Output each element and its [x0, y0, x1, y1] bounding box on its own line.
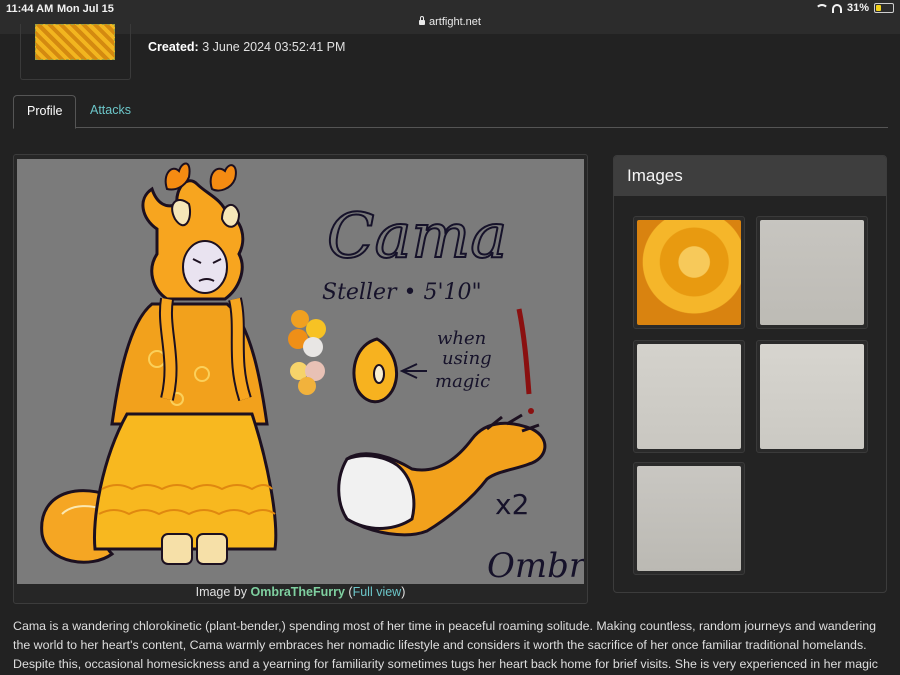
gallery-image-2[interactable] [756, 216, 868, 329]
tab-profile[interactable]: Profile [13, 95, 77, 129]
drawn-multiplier: x2 [495, 488, 529, 521]
reference-sheet-drawing: Cama Steller • 5'10" when using magic x2… [17, 159, 584, 584]
drawn-note-1: when [437, 328, 486, 349]
battery-percent: 31% [846, 2, 869, 14]
drawn-note-2: using [442, 348, 492, 369]
lock-icon [419, 16, 425, 25]
gallery-thumbnail [637, 466, 741, 571]
drawn-signature: Ombra [487, 546, 584, 584]
gallery-image-4[interactable] [756, 340, 868, 453]
gallery-image-5[interactable] [633, 462, 745, 575]
gallery-thumbnail [760, 220, 864, 325]
caption-prefix: Image by [195, 585, 251, 599]
gallery-image-1[interactable] [633, 216, 745, 329]
thumbnail-image [35, 24, 115, 60]
created-label: Created: [148, 40, 199, 54]
profile-tabs: Profile Attacks [13, 95, 888, 129]
character-description: Cama is a wandering chlorokinetic (plant… [13, 619, 878, 671]
images-panel-title: Images [614, 156, 886, 196]
full-view-link[interactable]: Full view [353, 585, 402, 599]
wifi-icon [815, 4, 827, 13]
headphones-icon [831, 3, 842, 13]
url-text: artfight.net [429, 16, 481, 28]
tab-attacks[interactable]: Attacks [77, 95, 144, 128]
drawn-name: Cama [327, 199, 507, 272]
caption-open-paren: ( [344, 585, 353, 599]
battery-icon [874, 3, 894, 13]
status-bar: 11:44 AM Mon Jul 15 artfight.net 31% [0, 0, 900, 34]
status-indicators: 31% [815, 2, 894, 14]
created-date: Created: 3 June 2024 03:52:41 PM [148, 40, 345, 54]
artist-link[interactable]: OmbraTheFurry [250, 585, 344, 599]
caption-close-paren: ) [401, 585, 406, 599]
gallery-thumbnail [637, 220, 741, 325]
status-date: Mon Jul 15 [57, 3, 114, 15]
images-panel: Images [613, 155, 887, 593]
gallery-thumbnail [760, 344, 864, 449]
character-thumbnail[interactable] [20, 24, 131, 80]
status-time: 11:44 AM [6, 3, 54, 15]
gallery-image-3[interactable] [633, 340, 745, 453]
created-value: 3 June 2024 03:52:41 PM [202, 40, 346, 54]
drawn-note-3: magic [435, 371, 490, 392]
character-reference-image[interactable]: Cama Steller • 5'10" when using magic x2… [17, 159, 584, 584]
address-bar[interactable]: artfight.net [0, 16, 900, 28]
gallery-thumbnail [637, 344, 741, 449]
drawn-height: Steller • 5'10" [322, 280, 482, 305]
main-image-card: Cama Steller • 5'10" when using magic x2… [13, 154, 588, 604]
image-caption: Image by OmbraTheFurry (Full view) [14, 585, 587, 599]
